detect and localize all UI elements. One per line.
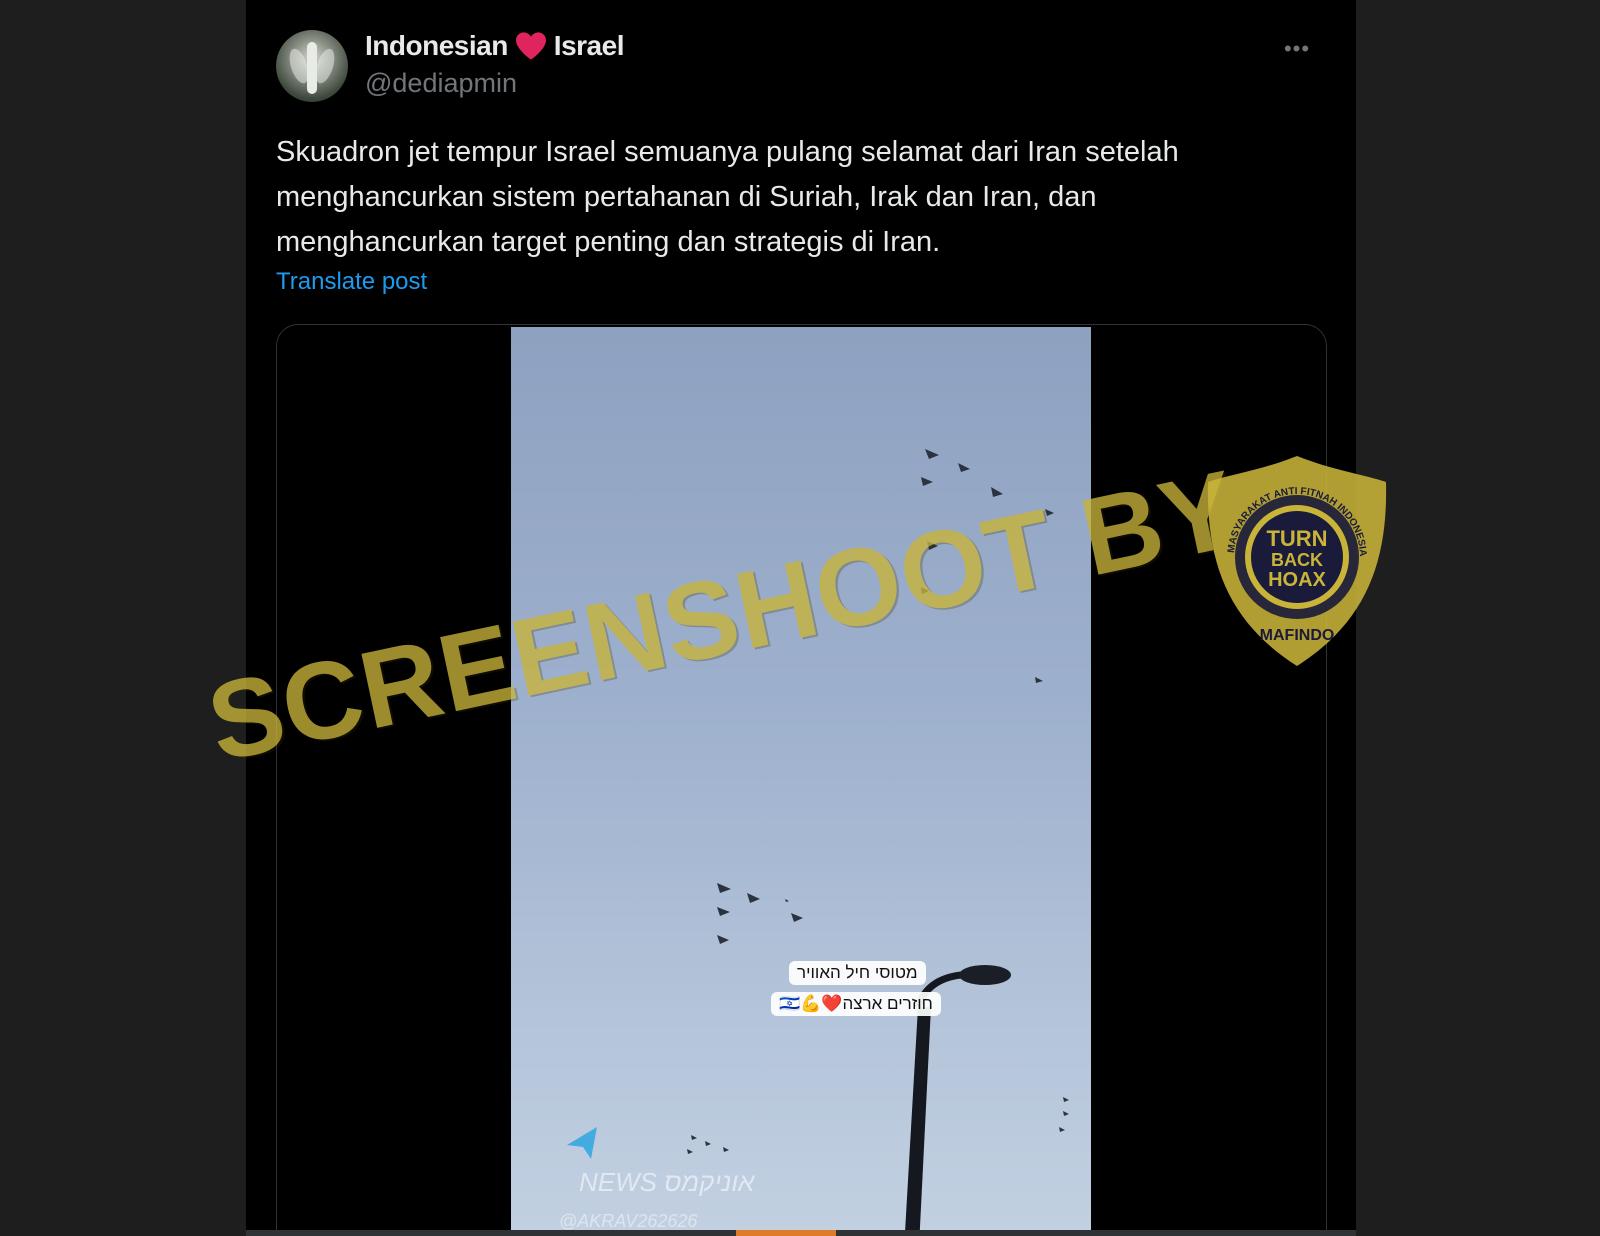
video-frame[interactable]: מטוסי חיל האוויר חוזרים ארצה❤️💪🇮🇱 NEWS א… [511,327,1091,1236]
street-lamp-pole [904,1007,931,1236]
video-scene [567,449,1069,1236]
author-name-part2: Israel [553,30,625,61]
author-handle[interactable]: @dediapmin [365,68,517,99]
video-caption-line2: חוזרים ארצה❤️💪🇮🇱 [771,992,941,1016]
translate-post-link[interactable]: Translate post [276,268,427,296]
svg-text:MAFINDO: MAFINDO [1260,627,1335,644]
video-watermark-news: NEWS אוניקמס [579,1167,755,1197]
avatar-figure [307,42,317,94]
author-name-part1: Indonesian [365,30,508,61]
video-caption-line1: מטוסי חיל האוויר [789,961,926,985]
video-progress-fill [736,1230,836,1236]
video-watermark-handle: @AKRAV262626 [559,1211,698,1231]
video-progress-bar[interactable] [246,1230,1356,1236]
telegram-icon [567,1127,597,1159]
street-lamp-head [959,965,1011,985]
more-options-icon[interactable]: ••• [1282,34,1312,64]
author-name[interactable]: Indonesian Israel [365,30,624,62]
svg-text:HOAX: HOAX [1268,569,1326,591]
svg-text:BACK: BACK [1271,550,1323,570]
post-text: Skuadron jet tempur Israel semuanya pula… [276,136,1179,258]
avatar[interactable] [276,30,348,102]
heart-icon [515,32,546,60]
jet-small-groups [687,1097,1069,1154]
svg-text:TURN: TURN [1266,526,1327,551]
mafindo-badge-logo: TURN BACK HOAX MASYARAKAT ANTI FITNAH IN… [1207,456,1387,666]
jet-formation-bottom [717,883,803,944]
